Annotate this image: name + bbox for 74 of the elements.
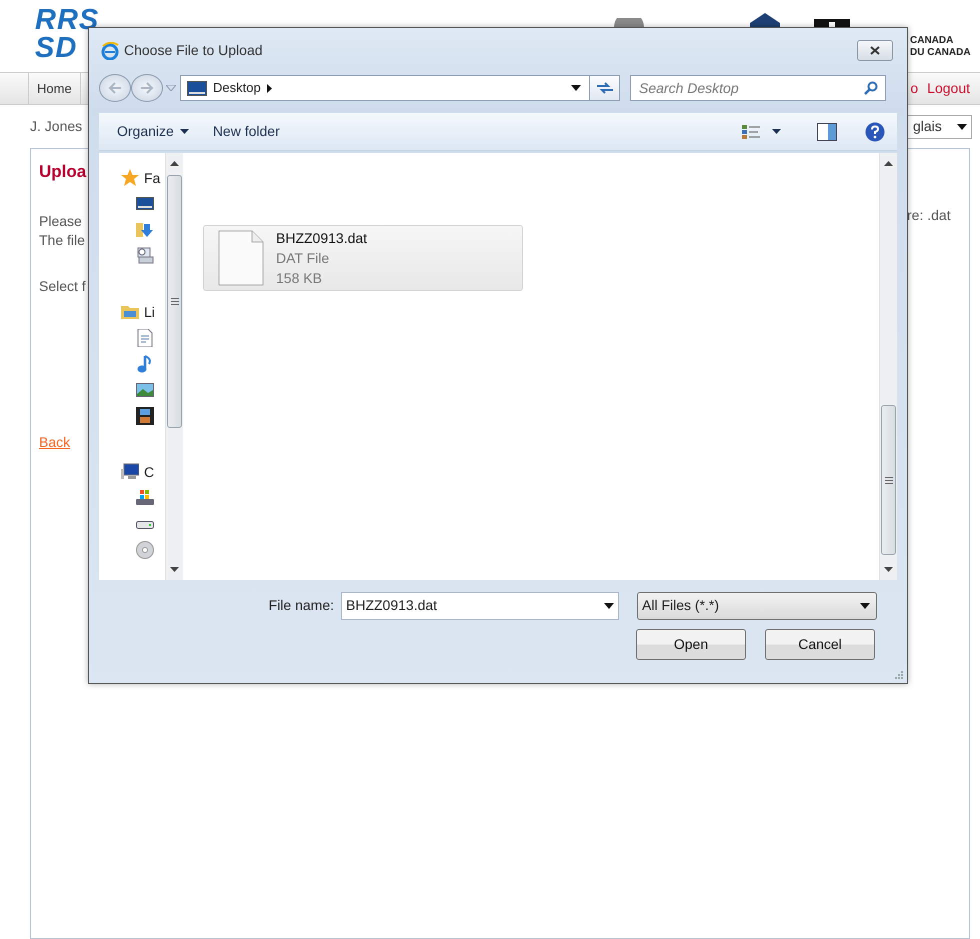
organization-name: CANADA DU CANADA xyxy=(910,35,971,59)
refresh-button[interactable] xyxy=(590,75,620,101)
instruction-text: re: .dat xyxy=(907,206,952,225)
file-type: DAT File xyxy=(276,249,330,268)
header-link[interactable]: Logout xyxy=(927,78,970,99)
caret-icon xyxy=(604,602,614,608)
close-button[interactable] xyxy=(857,40,893,61)
view-menu-button[interactable] xyxy=(742,124,781,140)
desktop-icon[interactable] xyxy=(136,195,154,213)
dialog-button[interactable]: Cancel xyxy=(765,629,875,660)
recent-places-icon[interactable] xyxy=(136,247,154,265)
resize-grip-icon xyxy=(894,670,903,679)
nav-pane-item[interactable]: Li xyxy=(99,299,165,325)
caret-icon xyxy=(180,129,189,134)
nav-pane-item[interactable]: Fa xyxy=(99,165,165,191)
file-name-field[interactable]: BHZZ0913.dat xyxy=(341,592,619,620)
file-name: BHZZ0913.dat xyxy=(276,229,368,248)
search-icon xyxy=(864,81,878,95)
breadcrumb-item[interactable]: Desktop xyxy=(213,78,261,98)
page-title: Uploa xyxy=(39,161,88,183)
grip-icon xyxy=(170,298,178,305)
star-icon xyxy=(121,169,139,187)
disc-icon[interactable] xyxy=(136,541,154,559)
field-label: Select f xyxy=(39,276,87,296)
dialog-button[interactable]: Open xyxy=(636,629,746,660)
close-icon xyxy=(870,46,880,55)
picture-icon[interactable] xyxy=(136,381,154,399)
music-note-icon[interactable] xyxy=(136,355,154,373)
scrollbar-thumb[interactable] xyxy=(881,405,896,555)
file-item[interactable]: BHZZ0913.dat DAT File 158 KB xyxy=(203,225,523,291)
preview-pane-icon xyxy=(817,122,837,140)
arrow-right-icon xyxy=(140,82,154,94)
folder-icon xyxy=(121,303,139,321)
toolbar-button[interactable]: New folder xyxy=(206,119,286,144)
scrollbar[interactable] xyxy=(879,153,897,580)
field-label: File name: xyxy=(268,596,334,615)
computer-icon xyxy=(121,463,139,481)
caret-icon xyxy=(772,129,781,134)
site-logo: RRS SD xyxy=(35,6,100,62)
chevron-icon xyxy=(266,84,272,92)
document-icon[interactable] xyxy=(136,329,154,347)
grip-icon xyxy=(884,476,892,484)
file-icon xyxy=(218,230,264,286)
file-size: 158 KB xyxy=(276,269,323,288)
film-icon[interactable] xyxy=(136,407,154,425)
refresh-icon xyxy=(594,81,614,95)
help-button[interactable] xyxy=(865,122,885,142)
arrow-left-icon xyxy=(108,82,122,94)
scroll-up-icon[interactable] xyxy=(170,161,179,166)
caret-icon xyxy=(860,602,870,608)
scrollbar[interactable] xyxy=(165,153,183,580)
preview-pane-button[interactable] xyxy=(817,122,837,140)
view-list-icon xyxy=(742,124,762,140)
scroll-down-icon[interactable] xyxy=(170,567,179,572)
header-link[interactable]: o xyxy=(910,78,918,99)
dialog-title: Choose File to Upload xyxy=(124,41,263,60)
search-field[interactable]: Search Desktop xyxy=(630,75,886,101)
download-folder-icon[interactable] xyxy=(136,221,154,239)
scrollbar-thumb[interactable] xyxy=(167,175,182,428)
address-bar[interactable]: Desktop xyxy=(180,75,590,101)
nav-tab[interactable]: Home xyxy=(28,73,81,104)
system-drive-icon[interactable] xyxy=(136,489,154,507)
help-icon xyxy=(865,122,885,142)
browser-icon xyxy=(101,42,119,60)
caret-icon xyxy=(571,85,581,91)
scroll-down-icon[interactable] xyxy=(884,567,893,572)
toolbar-button[interactable]: Organize xyxy=(111,119,195,144)
user-name: J. Jones xyxy=(30,117,82,136)
file-type-select[interactable]: All Files (*.*) xyxy=(637,592,877,620)
desktop-icon xyxy=(187,80,207,96)
scroll-up-icon[interactable] xyxy=(884,161,893,166)
caret-icon xyxy=(957,124,967,130)
nav-pane-item[interactable]: C xyxy=(99,459,165,485)
instruction-text: Please The file xyxy=(39,212,86,250)
